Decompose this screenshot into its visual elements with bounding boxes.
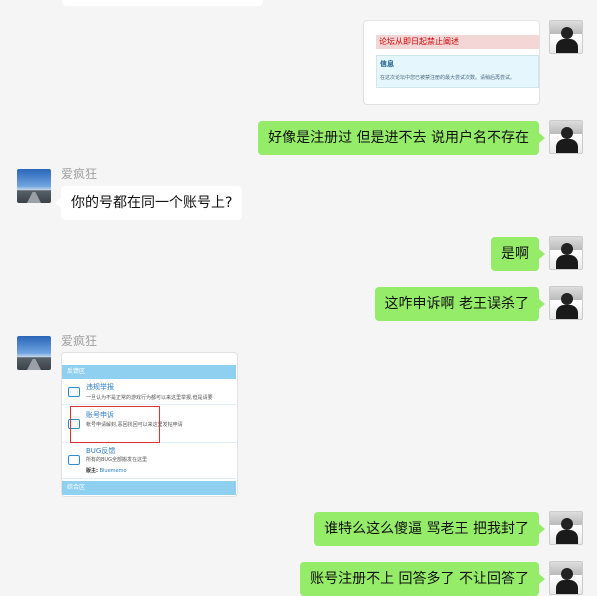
message-bubble-self[interactable]: 好像是注册过 但是进不去 说用户名不存在: [258, 121, 545, 155]
message-bubble-self[interactable]: 这咋申诉啊 老王误杀了: [374, 287, 546, 321]
forum-row: 违规举报 一旦认为不是正常的游戏行为都可以来这里举报,但是请要: [62, 379, 236, 405]
avatar-self[interactable]: [549, 286, 583, 320]
avatar-self[interactable]: [549, 120, 583, 154]
info-title: 信息: [380, 60, 394, 68]
info-box: 信息 在这次论坛中您已被禁注册的最大尝试次数。请稍后再尝试。: [376, 55, 539, 88]
forum-chat-icon: [68, 387, 80, 397]
avatar-other[interactable]: [17, 336, 51, 370]
avatar-self[interactable]: [549, 20, 583, 54]
moderator-label: 版主:: [86, 468, 98, 474]
highlight-box: [70, 406, 160, 443]
info-text: 在这次论坛中您已被禁注册的最大尝试次数。请稍后再尝试。: [380, 75, 516, 81]
message-bubble-self[interactable]: 账号注册不上 回答多了 不让回答了: [300, 562, 545, 596]
forum-section-footer: 综合区: [62, 481, 236, 495]
forum-section-header: 反馈区: [62, 365, 236, 379]
sender-name: 爱疯狂: [61, 167, 98, 181]
avatar-self[interactable]: [549, 511, 583, 545]
error-title: 论坛从即日起禁止阐述: [376, 35, 539, 49]
forum-title: BUG反馈: [86, 447, 116, 455]
forum-title: 违规举报: [86, 383, 114, 391]
image-message-error[interactable]: 论坛从即日起禁止阐述 信息 在这次论坛中您已被禁注册的最大尝试次数。请稍后再尝试…: [363, 20, 540, 105]
forum-desc: 一旦认为不是正常的游戏行为都可以来这里举报,但是请要: [86, 395, 213, 401]
avatar-other[interactable]: [17, 169, 51, 203]
avatar-self[interactable]: [549, 561, 583, 595]
image-message-forum[interactable]: 反馈区 违规举报 一旦认为不是正常的游戏行为都可以来这里举报,但是请要 账号申诉…: [61, 352, 238, 497]
message-bubble-self[interactable]: 谁特么这么傻逼 骂老王 把我封了: [314, 512, 545, 546]
forum-chat-icon: [68, 455, 80, 465]
forum-moderator: 版主: Bluememo: [86, 467, 127, 474]
message-bubble-self[interactable]: 是啊: [491, 237, 545, 271]
sender-name: 爱疯狂: [61, 334, 98, 348]
moderator-name: Bluememo: [99, 468, 127, 474]
forum-row: BUG反馈 所有的BUG全部搬发在这里 版主: Bluememo: [62, 443, 236, 479]
forum-desc: 所有的BUG全部搬发在这里: [86, 457, 147, 463]
avatar-self[interactable]: [549, 236, 583, 270]
cut-off-bubble: [62, 0, 263, 6]
message-bubble-other[interactable]: 你的号都在同一个账号上?: [54, 186, 243, 220]
